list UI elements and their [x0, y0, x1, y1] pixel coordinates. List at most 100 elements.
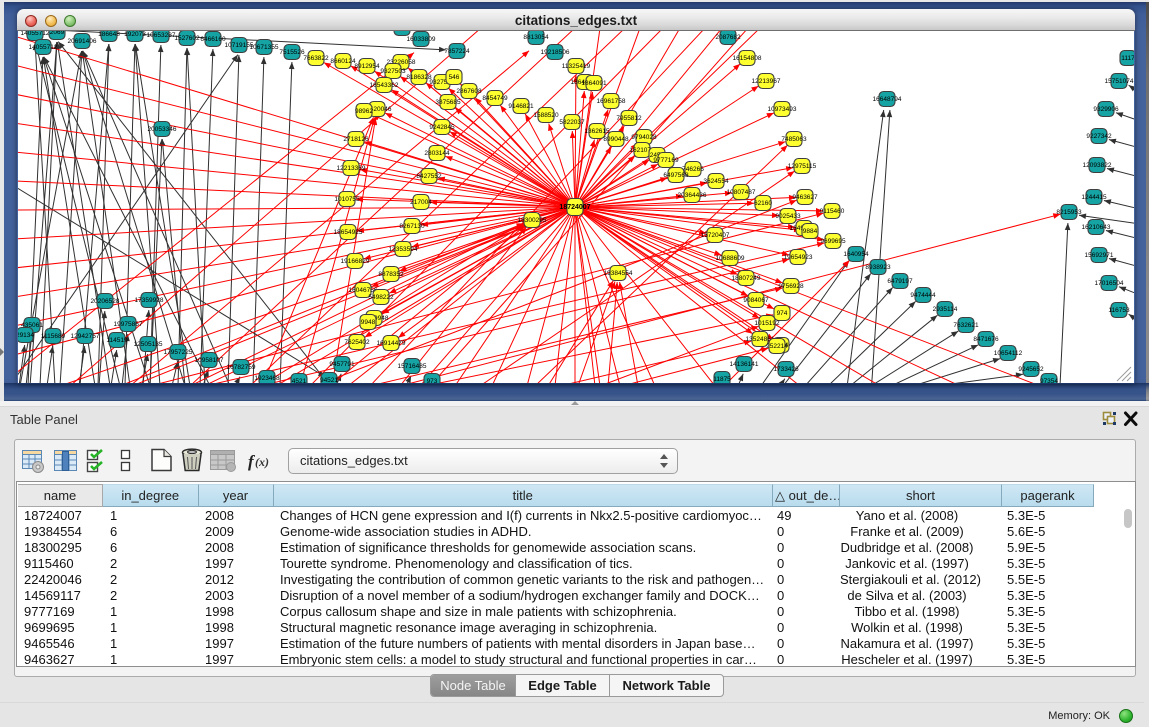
svg-text:7625402: 7625402	[344, 339, 370, 346]
svg-text:62160: 62160	[754, 200, 772, 207]
svg-text:8454749: 8454749	[482, 95, 508, 102]
svg-text:7663822: 7663822	[303, 55, 329, 62]
svg-text:2718126: 2718126	[343, 136, 369, 143]
svg-text:1640954: 1640954	[843, 251, 869, 258]
svg-text:2087682: 2087682	[715, 34, 741, 41]
svg-text:8878352: 8878352	[378, 271, 404, 278]
svg-text:10671355: 10671355	[250, 44, 279, 51]
svg-text:19654923: 19654923	[784, 254, 813, 261]
svg-text:14136141: 14136141	[730, 361, 759, 368]
svg-text:3624554: 3624554	[703, 178, 729, 185]
svg-text:1244415: 1244415	[1081, 194, 1107, 201]
svg-text:6497568: 6497568	[663, 172, 689, 179]
svg-text:1115689: 1115689	[41, 333, 66, 340]
svg-text:10653287: 10653287	[147, 32, 176, 39]
svg-text:3875685: 3875685	[435, 99, 461, 106]
svg-text:974: 974	[777, 310, 788, 317]
svg-text:8660124: 8660124	[330, 58, 356, 65]
svg-text:98962: 98962	[355, 108, 373, 115]
svg-text:17957225: 17957225	[164, 349, 193, 356]
svg-text:14055712: 14055712	[21, 31, 50, 37]
svg-text:2935114: 2935114	[933, 306, 958, 313]
svg-text:10688609: 10688609	[716, 255, 745, 262]
svg-text:9794028: 9794028	[631, 134, 657, 141]
svg-text:9115460: 9115460	[820, 208, 845, 215]
svg-text:10654112: 10654112	[994, 350, 1023, 357]
svg-text:160338: 160338	[391, 31, 413, 32]
svg-text:18724007: 18724007	[559, 204, 590, 211]
svg-text:12505135: 12505135	[134, 341, 163, 348]
svg-text:9884: 9884	[803, 228, 818, 235]
svg-text:8267130: 8267130	[399, 223, 425, 230]
svg-text:12353594: 12353594	[389, 246, 418, 253]
svg-text:20206528: 20206528	[91, 298, 120, 305]
svg-text:8938923: 8938923	[865, 264, 891, 271]
svg-text:1010755: 1010755	[334, 196, 360, 203]
svg-text:17359928: 17359928	[135, 297, 164, 304]
svg-text:10973493: 10973493	[768, 106, 797, 113]
svg-text:12975115: 12975115	[788, 163, 817, 170]
svg-text:8471676: 8471676	[973, 336, 999, 343]
svg-text:6479197: 6479197	[887, 278, 913, 285]
svg-text:17016504: 17016504	[1095, 280, 1124, 287]
svg-text:97354: 97354	[1040, 378, 1058, 383]
svg-text:12942757: 12942757	[71, 333, 100, 340]
svg-text:7515526: 7515526	[279, 49, 305, 56]
svg-text:116753: 116753	[1108, 307, 1130, 314]
svg-text:9777169: 9777169	[653, 157, 679, 164]
svg-text:18654925: 18654925	[334, 229, 363, 236]
svg-text:9474444: 9474444	[910, 292, 936, 299]
svg-text:114519: 114519	[106, 337, 128, 344]
svg-text:9146821: 9146821	[508, 103, 534, 110]
svg-text:11325419: 11325419	[562, 63, 591, 70]
svg-text:7857224: 7857224	[444, 48, 470, 55]
svg-text:1733426: 1733426	[773, 366, 799, 373]
svg-text:16961758: 16961758	[597, 98, 626, 105]
svg-text:16033809: 16033809	[407, 36, 436, 43]
svg-text:15692971: 15692971	[1085, 252, 1114, 259]
svg-text:9084067: 9084067	[743, 297, 769, 304]
svg-text:1588520: 1588520	[533, 112, 559, 119]
svg-text:9242845: 9242845	[429, 124, 455, 131]
svg-text:12213967: 12213967	[752, 78, 781, 85]
svg-text:192073: 192073	[124, 31, 146, 38]
svg-text:19384554: 19384554	[604, 270, 633, 277]
svg-text:12213369: 12213369	[337, 165, 366, 172]
svg-text:9463627: 9463627	[792, 194, 818, 201]
svg-text:7485063: 7485063	[781, 136, 807, 143]
svg-text:(x): (x)	[255, 455, 269, 469]
svg-text:8912954: 8912954	[354, 63, 380, 70]
svg-text:20364436: 20364436	[678, 192, 707, 199]
svg-text:16210643: 16210643	[1082, 224, 1111, 231]
svg-text:20691406: 20691406	[68, 38, 97, 45]
svg-text:546: 546	[449, 74, 460, 81]
svg-text:19166829: 19166829	[341, 258, 370, 265]
svg-text:10958107: 10958107	[195, 357, 224, 364]
svg-text:9457791: 9457791	[329, 361, 355, 368]
svg-text:9756928: 9756928	[778, 283, 804, 290]
svg-text:19975867: 19975867	[114, 321, 143, 328]
svg-text:1864091: 1864091	[581, 80, 607, 87]
svg-text:6466160: 6466160	[200, 36, 226, 43]
svg-text:18807249: 18807249	[732, 275, 761, 282]
svg-text:2867608: 2867608	[456, 88, 482, 95]
svg-text:19218506: 19218506	[541, 49, 570, 56]
svg-text:9327503: 9327503	[380, 68, 406, 75]
svg-text:16914479: 16914479	[377, 340, 406, 347]
svg-text:7632621: 7632621	[953, 322, 979, 329]
svg-text:9025433: 9025433	[775, 213, 801, 220]
svg-text:8215953: 8215953	[1056, 209, 1082, 216]
svg-text:5822037: 5822037	[559, 119, 585, 126]
svg-text:10807487: 10807487	[727, 189, 756, 196]
svg-text:186648: 186648	[98, 31, 120, 38]
svg-text:8427552: 8427552	[416, 173, 442, 180]
svg-text:15716485: 15716485	[398, 363, 427, 370]
svg-text:4521: 4521	[292, 378, 307, 383]
svg-text:11875: 11875	[713, 376, 731, 383]
svg-text:20053346: 20053346	[148, 126, 177, 133]
svg-text:973: 973	[427, 378, 438, 383]
svg-text:9329906: 9329906	[1093, 106, 1119, 113]
svg-text:12093822: 12093822	[1083, 162, 1112, 169]
svg-text:15720407: 15720407	[701, 232, 730, 239]
svg-text:16543362: 16543362	[370, 82, 399, 89]
